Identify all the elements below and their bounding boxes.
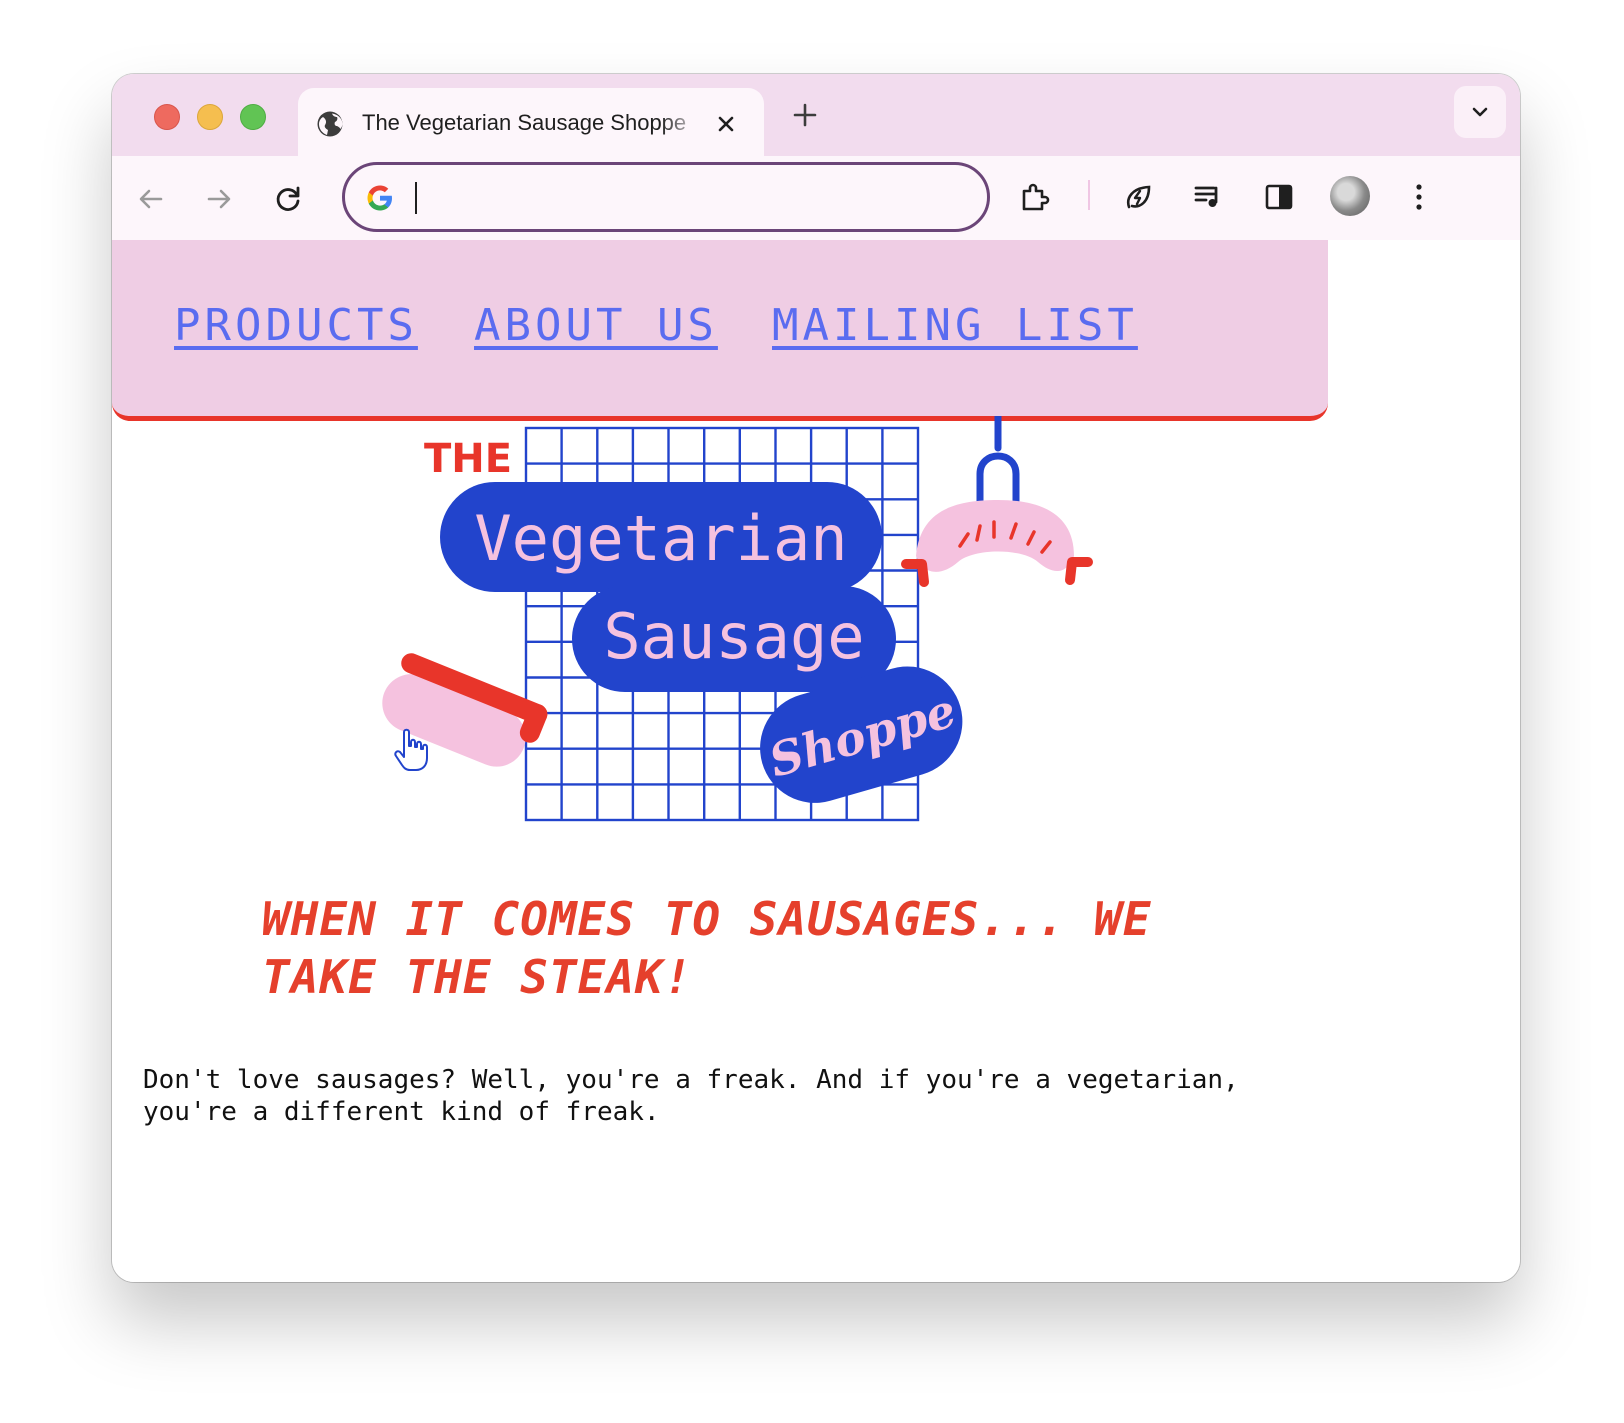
profile-avatar[interactable] (1330, 176, 1370, 216)
tab-strip: The Vegetarian Sausage Shoppe (112, 74, 1520, 156)
new-tab-icon[interactable] (792, 102, 818, 128)
window-controls (154, 104, 266, 130)
logo-sausage: Sausage (603, 600, 864, 673)
side-panel-icon[interactable] (1262, 180, 1296, 214)
site-nav: PRODUCTS ABOUT US MAILING LIST (112, 240, 1328, 421)
close-window-button[interactable] (154, 104, 180, 130)
fork-sausage-illustration (901, 416, 1093, 587)
maximize-window-button[interactable] (240, 104, 266, 130)
arrow-left-icon[interactable] (134, 182, 168, 216)
url-input[interactable] (421, 175, 965, 221)
nav-link-products[interactable]: PRODUCTS (174, 300, 418, 351)
nav-link-mailing-list[interactable]: MAILING LIST (772, 300, 1138, 351)
tab-search-button[interactable] (1454, 86, 1506, 138)
browser-window: The Vegetarian Sausage Shoppe PRODUCTS A… (112, 74, 1520, 1282)
minimize-window-button[interactable] (197, 104, 223, 130)
kebab-menu-icon[interactable] (1402, 180, 1436, 214)
hero-body-text: Don't love sausages? Well, you're a frea… (143, 1065, 1239, 1127)
puzzle-icon[interactable] (1018, 180, 1052, 214)
active-tab[interactable]: The Vegetarian Sausage Shoppe (298, 88, 764, 156)
tab-title: The Vegetarian Sausage Shoppe (362, 110, 687, 135)
logo-the: THE (424, 436, 512, 482)
shop-logo: THE Vegetarian Sausage Shoppe (382, 416, 1093, 822)
reload-icon[interactable] (272, 182, 306, 216)
page-content: PRODUCTS ABOUT US MAILING LIST THE Veget… (112, 240, 1520, 1282)
logo-vegetarian: Vegetarian (474, 502, 847, 575)
arrow-right-icon[interactable] (202, 182, 236, 216)
music-queue-icon[interactable] (1192, 180, 1226, 214)
nav-link-about-us[interactable]: ABOUT US (474, 300, 718, 351)
chevron-down-icon (1472, 107, 1488, 117)
toolbar-separator (1088, 180, 1090, 210)
close-icon[interactable] (716, 114, 736, 134)
toolbar (112, 156, 1520, 248)
text-caret (415, 182, 417, 214)
google-icon (367, 185, 392, 211)
hero-tagline: WHEN IT COMES TO SAUSAGES... WE TAKE THE… (262, 892, 1152, 1004)
leaf-bolt-icon[interactable] (1122, 180, 1156, 214)
globe-icon (317, 111, 343, 137)
address-bar[interactable] (342, 162, 990, 232)
